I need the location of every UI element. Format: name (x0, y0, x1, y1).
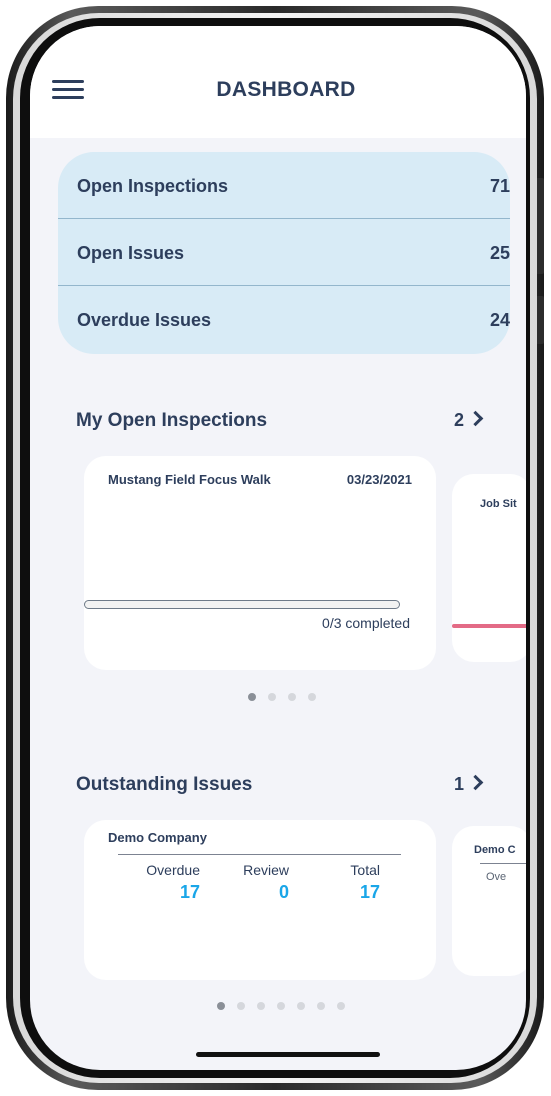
overdue-label: Ove (486, 871, 507, 883)
completed-count: 0/3 completed (322, 615, 410, 631)
pager-dot[interactable] (257, 1002, 265, 1010)
total-label: Total (350, 862, 380, 878)
my-open-inspections-see-all[interactable]: 2 (454, 410, 484, 431)
overdue-column: Overdue 17 (136, 862, 200, 903)
overdue-count: 17 (179, 882, 200, 902)
pager-dot[interactable] (308, 693, 316, 701)
inspection-progress-bar (84, 600, 400, 609)
stat-row-overdue-issues[interactable]: Overdue Issues 24 (58, 285, 510, 352)
section-count: 2 (454, 410, 465, 430)
section-title-outstanding-issues: Outstanding Issues (76, 774, 253, 795)
inspection-progress-bar (452, 624, 526, 628)
total-column: Total 17 (332, 862, 380, 903)
section-title-my-open-inspections: My Open Inspections (76, 410, 268, 431)
page-title: DASHBOARD (216, 78, 356, 101)
divider (480, 863, 526, 864)
review-column: Review 0 (237, 862, 289, 903)
stat-value: 24 (489, 310, 510, 330)
pager-dot[interactable] (268, 693, 276, 701)
review-label: Review (243, 862, 289, 878)
volume-down-button (536, 296, 544, 344)
divider (118, 854, 401, 855)
outstanding-issues-see-all[interactable]: 1 (454, 774, 484, 795)
pager-dot[interactable] (237, 1002, 245, 1010)
inspection-card[interactable]: Mustang Field Focus Walk 03/23/2021 0/3 … (84, 456, 436, 670)
stats-panel: Open Inspections 71 Open Issues 25 Overd… (58, 152, 510, 354)
overdue-label: Overdue (146, 862, 200, 878)
issues-carousel-pager[interactable] (217, 1002, 345, 1010)
pager-dot[interactable] (297, 1002, 305, 1010)
stat-label: Open Issues (77, 243, 185, 263)
pager-dot[interactable] (337, 1002, 345, 1010)
pager-dot[interactable] (248, 693, 256, 701)
review-count: 0 (278, 882, 289, 902)
issue-summary-card-next[interactable]: Demo C Ove (452, 826, 526, 976)
total-count: 17 (359, 882, 380, 902)
company-name: Demo Company (108, 830, 207, 845)
pager-dot[interactable] (317, 1002, 325, 1010)
volume-up-button (536, 178, 544, 274)
stat-row-open-inspections[interactable]: Open Inspections 71 (58, 152, 510, 218)
app-header: DASHBOARD (30, 26, 526, 138)
stat-label: Open Inspections (77, 176, 229, 196)
stat-value: 25 (489, 243, 510, 263)
inspection-card-next[interactable]: Job Sit (452, 474, 526, 662)
chevron-right-icon (467, 774, 484, 791)
app-screen: DASHBOARD Open Inspections 71 Open Issue… (30, 26, 526, 1070)
section-count: 1 (454, 774, 465, 794)
stat-value: 71 (489, 176, 510, 196)
company-name: Demo C (474, 844, 516, 856)
pager-dot[interactable] (288, 693, 296, 701)
inspection-title: Mustang Field Focus Walk (108, 472, 271, 487)
issue-summary-card[interactable]: Demo Company Overdue 17 Review 0 Total 1… (84, 820, 436, 980)
inspection-carousel-pager[interactable] (248, 693, 316, 701)
pager-dot[interactable] (277, 1002, 285, 1010)
chevron-right-icon (467, 410, 484, 427)
home-indicator[interactable] (196, 1052, 380, 1057)
inspection-title: Job Sit (480, 498, 517, 510)
stat-label: Overdue Issues (77, 310, 212, 330)
pager-dot[interactable] (217, 1002, 225, 1010)
stat-row-open-issues[interactable]: Open Issues 25 (58, 218, 510, 285)
inspection-date: 03/23/2021 (346, 472, 412, 487)
